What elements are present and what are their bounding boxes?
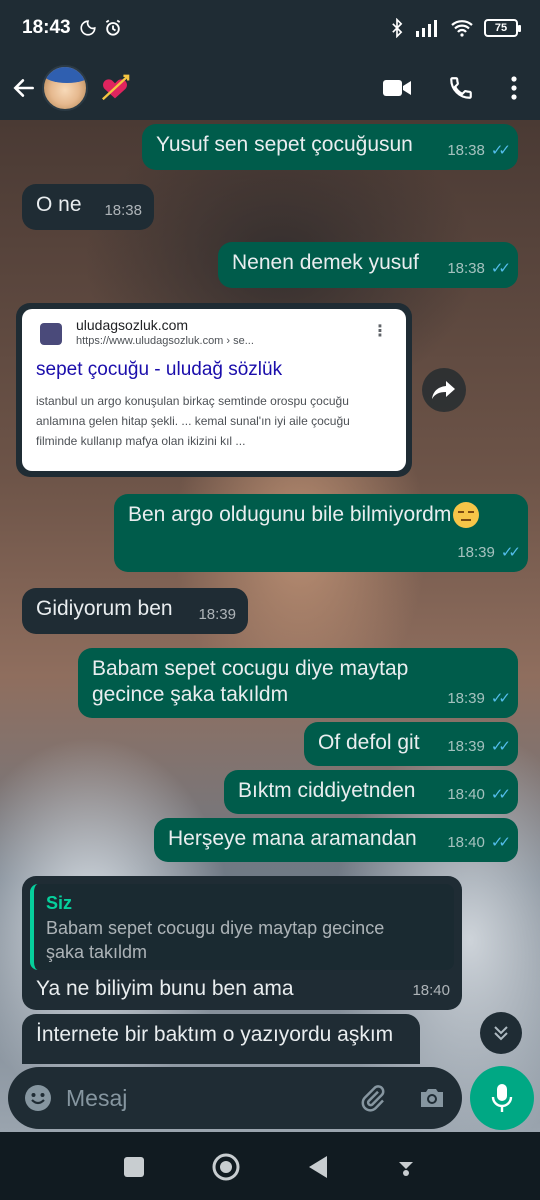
message-text: Gidiyorum ben (36, 597, 173, 620)
attach-icon[interactable] (358, 1083, 388, 1113)
message-time: 18:39 (447, 690, 485, 707)
message-time: 18:40 (447, 786, 485, 803)
camera-icon[interactable] (418, 1085, 446, 1111)
read-ticks-icon: ✓✓ (490, 260, 511, 277)
status-bar: 18:43 75 (0, 0, 540, 56)
home-circle-icon[interactable] (211, 1152, 241, 1182)
expressionless-face-emoji-icon (453, 502, 480, 529)
contact-avatar[interactable] (42, 65, 88, 111)
forward-button[interactable] (422, 368, 466, 412)
message-time: 18:40 (447, 834, 485, 851)
back-arrow-icon (13, 79, 34, 97)
message-incoming-reply[interactable]: Siz Babam sepet cocugu diye maytap gecin… (22, 876, 462, 1010)
recents-square-icon[interactable] (123, 1156, 145, 1178)
image-message-link-preview[interactable]: uludagsozluk.com https://www.uludagsozlu… (16, 303, 412, 477)
quote-text-line: Babam sepet cocugu diye maytap gecince (46, 918, 385, 938)
back-button[interactable] (10, 74, 38, 102)
message-input[interactable]: Mesaj (66, 1085, 127, 1112)
battery-indicator: 75 (484, 19, 521, 37)
read-ticks-icon: ✓✓ (490, 834, 511, 851)
voice-call-icon[interactable] (448, 75, 474, 101)
message-outgoing[interactable]: Of defol git 18:39 ✓✓ (304, 722, 518, 766)
chat-header (0, 56, 540, 120)
status-time: 18:43 (22, 17, 71, 38)
link-title: sepet çocuğu - uludağ sözlük (36, 359, 283, 380)
system-navigation-bar (0, 1134, 540, 1200)
message-time: 18:39 (198, 606, 236, 623)
message-time: 18:39 (457, 544, 495, 561)
message-time: 18:40 (412, 982, 450, 999)
quoted-message[interactable]: Siz Babam sepet cocugu diye maytap gecin… (30, 884, 454, 970)
message-text-line: Babam sepet cocugu diye maytap (92, 657, 409, 680)
message-outgoing[interactable]: Babam sepet cocugu diye maytap gecince ş… (78, 648, 518, 718)
message-incoming[interactable]: İnternete bir baktım o yazıyordu aşkım (22, 1014, 420, 1064)
forward-icon (432, 381, 455, 399)
link-site-url: https://www.uludagsozluk.com › se... (76, 335, 254, 347)
read-ticks-icon: ✓✓ (490, 786, 511, 803)
message-time: 18:38 (447, 260, 485, 277)
message-time: 18:39 (360, 450, 398, 467)
message-text: İnternete bir baktım o yazıyordu aşkım (36, 1023, 394, 1046)
microphone-icon (491, 1084, 513, 1112)
signal-icon (416, 20, 437, 37)
quote-text-line: şaka takıldm (46, 942, 148, 962)
read-ticks-icon: ✓✓ (490, 738, 511, 755)
message-text: Bıktm ciddiyetnden (238, 779, 416, 802)
message-outgoing[interactable]: Herşeye mana aramandan 18:40 ✓✓ (154, 818, 518, 862)
back-triangle-icon[interactable] (307, 1155, 329, 1179)
message-text: Of defol git (318, 731, 420, 754)
message-incoming[interactable]: Gidiyorum ben 18:39 (22, 588, 248, 634)
message-input-bar[interactable]: Mesaj (8, 1067, 462, 1129)
message-text: Herşeye mana aramandan (168, 827, 417, 850)
video-call-icon[interactable] (382, 77, 412, 99)
message-text: Ya ne biliyim bunu ben ama (36, 977, 294, 1000)
bluetooth-icon (392, 18, 403, 38)
heart-with-arrow-icon[interactable] (100, 73, 130, 103)
read-ticks-icon: ✓✓ (490, 690, 511, 707)
message-outgoing[interactable]: Yusuf sen sepet çocuğusun 18:38 ✓✓ (142, 124, 518, 170)
message-incoming[interactable]: O ne 18:38 (22, 184, 154, 230)
read-ticks-icon: ✓✓ (500, 544, 521, 561)
double-chevron-down-icon (494, 1026, 508, 1041)
message-text: O ne (36, 193, 82, 216)
scroll-to-bottom-button[interactable] (480, 1012, 522, 1054)
chat-area[interactable]: Yusuf sen sepet çocuğusun 18:38 ✓✓ O ne 1… (0, 120, 540, 1132)
message-text: Yusuf sen sepet çocuğusun (156, 133, 413, 156)
quote-author: Siz (46, 893, 73, 913)
do-not-disturb-moon-icon (80, 20, 96, 36)
message-text-line: gecince şaka takıldm (92, 683, 289, 706)
message-time: 18:38 (447, 142, 485, 159)
message-outgoing[interactable]: Ben argo oldugunu bile bilmiyordm 18:39 ✓… (114, 494, 528, 572)
keyboard-hide-icon[interactable] (395, 1156, 417, 1178)
link-more-icon: ⋮ (372, 323, 388, 340)
read-ticks-icon: ✓✓ (490, 142, 511, 159)
link-description: istanbul un argo konuşulan birkaç semtin… (36, 394, 350, 448)
message-outgoing[interactable]: Bıktm ciddiyetnden 18:40 ✓✓ (224, 770, 518, 814)
message-time: 18:39 (447, 738, 485, 755)
more-options-icon[interactable] (510, 75, 518, 101)
message-time: 18:38 (104, 202, 142, 219)
wifi-icon (451, 20, 473, 37)
site-logo-icon (40, 323, 62, 345)
message-text: Ben argo oldugunu bile bilmiyordm (128, 503, 452, 526)
link-site-name: uludagsozluk.com (76, 317, 189, 333)
emoji-icon[interactable] (24, 1084, 52, 1112)
message-text: Nenen demek yusuf (232, 251, 419, 274)
message-outgoing[interactable]: Nenen demek yusuf 18:38 ✓✓ (218, 242, 518, 288)
voice-message-button[interactable] (470, 1066, 534, 1130)
alarm-icon (105, 19, 120, 36)
